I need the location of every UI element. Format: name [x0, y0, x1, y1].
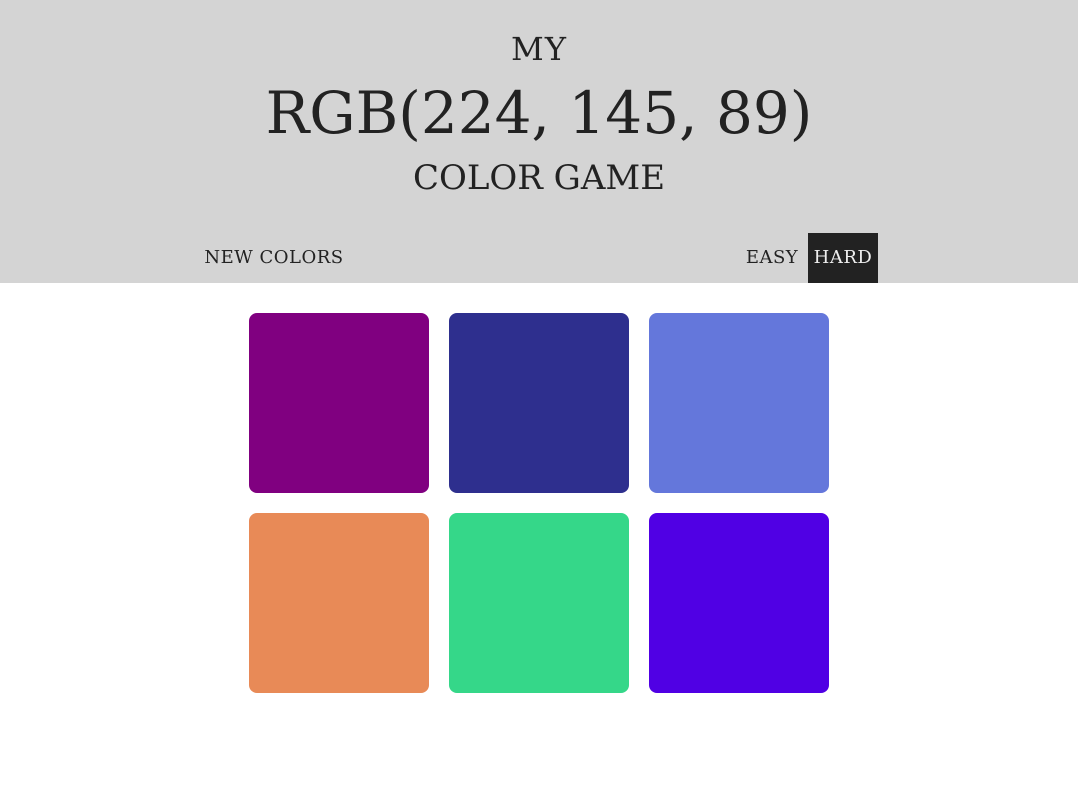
color-square[interactable] [649, 513, 829, 693]
color-square[interactable] [249, 513, 429, 693]
easy-mode-button[interactable]: EASY [740, 233, 804, 283]
color-square[interactable] [249, 313, 429, 493]
target-rgb-value: RGB(224, 145, 89) [265, 79, 813, 147]
controls-bar: NEW COLORS EASY HARD [0, 233, 1078, 283]
title-prefix: MY [511, 30, 567, 68]
color-square[interactable] [449, 313, 629, 493]
color-squares-grid [249, 313, 829, 693]
new-colors-button[interactable]: NEW COLORS [200, 233, 348, 283]
title-suffix: COLOR GAME [412, 158, 666, 198]
color-square[interactable] [649, 313, 829, 493]
color-square[interactable] [449, 513, 629, 693]
game-header: MY RGB(224, 145, 89) COLOR GAME [0, 0, 1078, 233]
hard-mode-button[interactable]: HARD [808, 233, 878, 283]
